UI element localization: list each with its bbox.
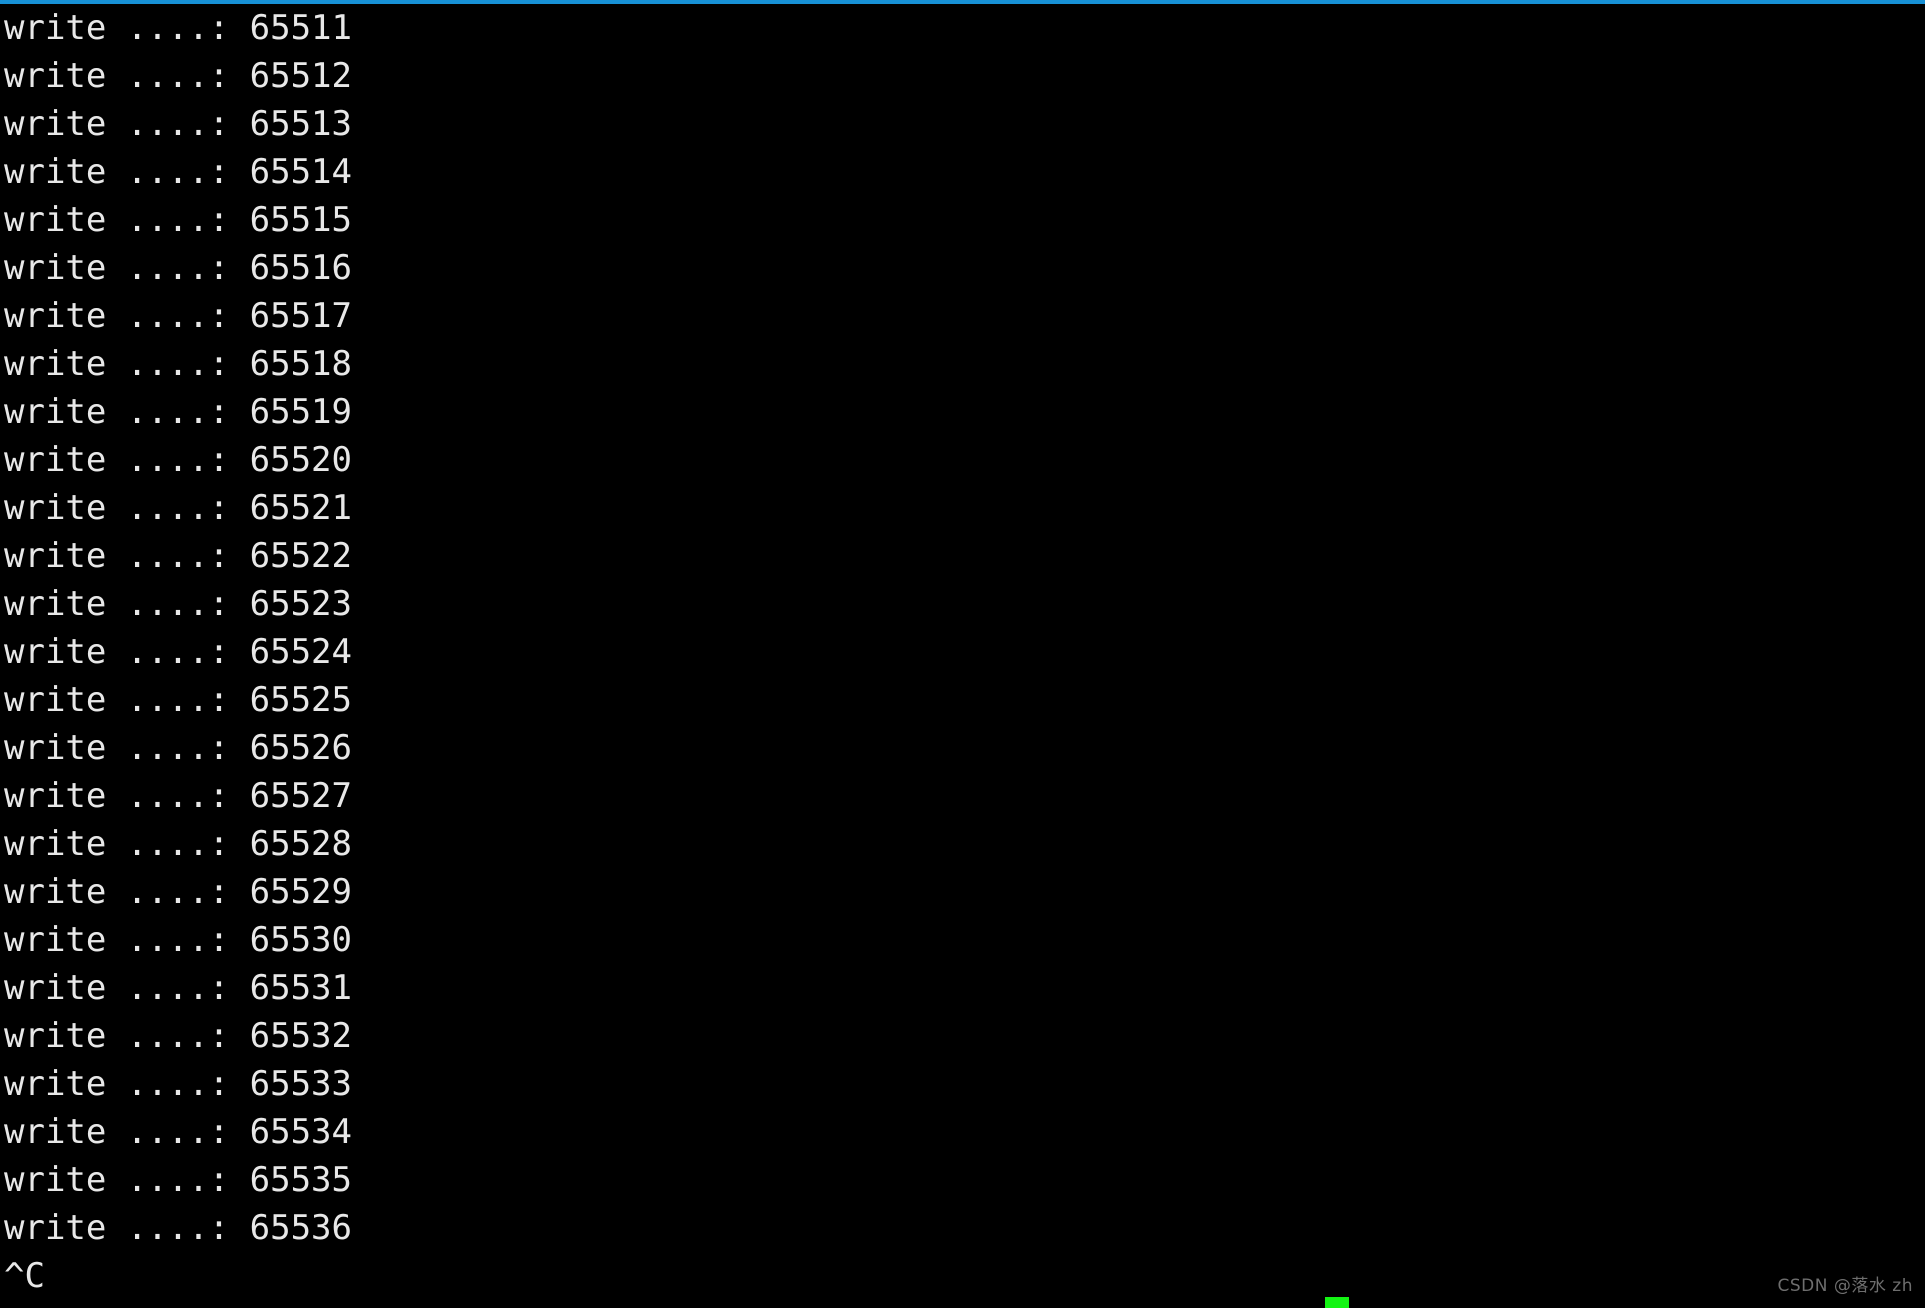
terminal-output-line: write ....: 65512 bbox=[4, 56, 352, 96]
terminal-output-line: write ....: 65529 bbox=[4, 872, 352, 912]
terminal-output-line: write ....: 65523 bbox=[4, 584, 352, 624]
terminal-output-line: write ....: 65515 bbox=[4, 200, 352, 240]
terminal-output-line: write ....: 65525 bbox=[4, 680, 352, 720]
terminal-output-line: write ....: 65531 bbox=[4, 968, 352, 1008]
terminal-output-line: write ....: 65511 bbox=[4, 8, 352, 48]
terminal-output-line: write ....: 65527 bbox=[4, 776, 352, 816]
terminal-output-line: write ....: 65519 bbox=[4, 392, 352, 432]
terminal-output-line: write ....: 65528 bbox=[4, 824, 352, 864]
terminal-output-line: write ....: 65522 bbox=[4, 536, 352, 576]
terminal-output-line: write ....: 65513 bbox=[4, 104, 352, 144]
terminal-interrupt-line: ^C bbox=[4, 1256, 45, 1296]
terminal-output-line: write ....: 65517 bbox=[4, 296, 352, 336]
terminal-output-line: write ....: 65526 bbox=[4, 728, 352, 768]
terminal-output-line: write ....: 65524 bbox=[4, 632, 352, 672]
terminal-output-line: write ....: 65518 bbox=[4, 344, 352, 384]
terminal-cursor bbox=[1325, 1297, 1349, 1308]
terminal-screen[interactable]: write ....: 65511 write ....: 65512 write … bbox=[0, 4, 1925, 1308]
terminal-output-line: write ....: 65533 bbox=[4, 1064, 352, 1104]
terminal-output-line: write ....: 65520 bbox=[4, 440, 352, 480]
csdn-watermark: CSDN @落水 zh bbox=[1777, 1276, 1913, 1296]
terminal-output-line: write ....: 65536 bbox=[4, 1208, 352, 1248]
terminal-output-line: write ....: 65514 bbox=[4, 152, 352, 192]
terminal-output-line: write ....: 65516 bbox=[4, 248, 352, 288]
terminal-window: write ....: 65511 write ....: 65512 write … bbox=[0, 0, 1925, 1308]
terminal-output-line: write ....: 65534 bbox=[4, 1112, 352, 1152]
terminal-output-line: write ....: 65532 bbox=[4, 1016, 352, 1056]
terminal-output-line: write ....: 65535 bbox=[4, 1160, 352, 1200]
terminal-output-line: write ....: 65521 bbox=[4, 488, 352, 528]
terminal-output-line: write ....: 65530 bbox=[4, 920, 352, 960]
